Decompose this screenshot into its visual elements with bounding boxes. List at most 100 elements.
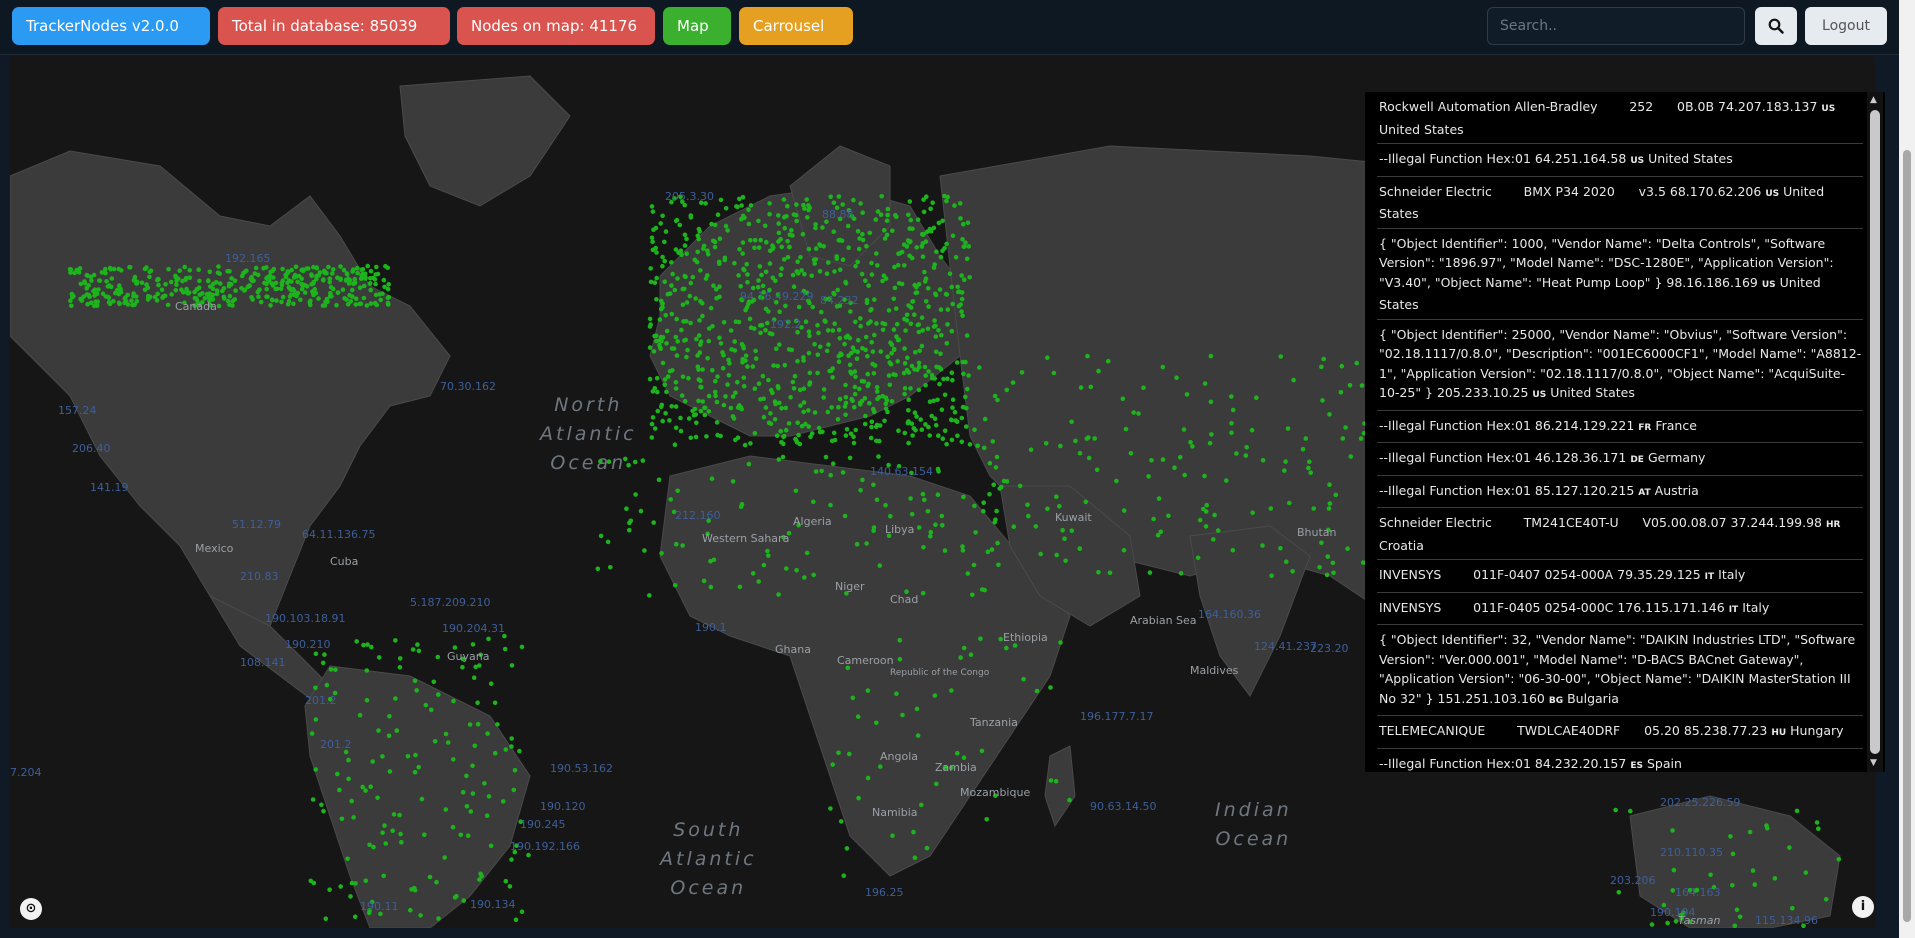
node-marker[interactable] <box>725 382 730 387</box>
node-marker[interactable] <box>249 295 254 300</box>
node-marker[interactable] <box>313 651 319 657</box>
node-marker[interactable] <box>354 639 360 644</box>
node-marker[interactable] <box>756 579 761 584</box>
node-marker[interactable] <box>830 461 836 467</box>
node-marker[interactable] <box>875 263 880 268</box>
node-marker[interactable] <box>326 264 331 270</box>
node-marker[interactable] <box>776 457 782 462</box>
node-marker[interactable] <box>954 360 960 365</box>
node-marker[interactable] <box>688 280 694 286</box>
node-marker[interactable] <box>807 370 813 376</box>
node-marker[interactable] <box>915 733 921 738</box>
node-marker[interactable] <box>310 797 316 802</box>
node-marker[interactable] <box>210 292 216 298</box>
node-marker[interactable] <box>324 682 330 688</box>
node-marker[interactable] <box>134 281 139 286</box>
node-marker[interactable] <box>361 283 367 289</box>
list-item[interactable]: --Illegal Function Hex:01 86.214.129.221… <box>1377 411 1863 443</box>
list-scrollbar[interactable]: ▲ ▼ <box>1867 92 1883 772</box>
node-marker[interactable] <box>1836 857 1842 862</box>
node-marker[interactable] <box>174 278 179 283</box>
node-marker[interactable] <box>230 303 235 308</box>
node-marker[interactable] <box>813 257 818 262</box>
node-marker[interactable] <box>502 646 508 652</box>
node-marker[interactable] <box>803 319 809 325</box>
node-marker[interactable] <box>748 238 753 243</box>
node-marker[interactable] <box>805 215 810 220</box>
node-marker[interactable] <box>829 405 834 410</box>
node-marker[interactable] <box>1250 510 1255 515</box>
node-marker[interactable] <box>475 700 480 705</box>
node-marker[interactable] <box>934 249 939 254</box>
node-marker[interactable] <box>690 274 696 280</box>
node-marker[interactable] <box>69 303 74 309</box>
node-marker[interactable] <box>775 363 780 369</box>
node-marker[interactable] <box>718 433 723 439</box>
node-marker[interactable] <box>798 254 803 260</box>
node-marker[interactable] <box>819 309 824 315</box>
node-marker[interactable] <box>806 246 812 252</box>
node-marker[interactable] <box>739 342 745 347</box>
node-marker[interactable] <box>728 405 734 411</box>
node-marker[interactable] <box>764 239 769 245</box>
node-marker[interactable] <box>1325 554 1331 559</box>
node-marker[interactable] <box>840 202 845 207</box>
node-marker[interactable] <box>920 254 926 259</box>
node-marker[interactable] <box>649 435 655 440</box>
node-marker[interactable] <box>647 324 653 329</box>
node-marker[interactable] <box>813 222 818 227</box>
node-marker[interactable] <box>381 277 387 283</box>
node-marker[interactable] <box>1326 506 1332 511</box>
node-marker[interactable] <box>907 199 913 204</box>
node-marker[interactable] <box>658 221 663 226</box>
node-marker[interactable] <box>916 387 922 393</box>
node-marker[interactable] <box>675 488 680 494</box>
node-marker[interactable] <box>815 370 820 376</box>
node-marker[interactable] <box>776 221 781 226</box>
node-marker[interactable] <box>651 227 656 232</box>
node-marker[interactable] <box>225 269 230 274</box>
node-marker[interactable] <box>183 275 189 281</box>
node-marker[interactable] <box>748 203 754 208</box>
node-marker[interactable] <box>215 270 221 275</box>
node-marker[interactable] <box>1732 923 1738 929</box>
node-marker[interactable] <box>936 433 941 439</box>
node-marker[interactable] <box>929 372 935 378</box>
node-marker[interactable] <box>345 856 350 862</box>
node-marker[interactable] <box>382 284 387 290</box>
node-marker[interactable] <box>470 791 476 796</box>
node-marker[interactable] <box>1077 451 1083 456</box>
node-marker[interactable] <box>284 271 290 276</box>
node-marker[interactable] <box>364 668 370 673</box>
node-marker[interactable] <box>488 843 494 849</box>
node-marker[interactable] <box>232 278 238 284</box>
node-marker[interactable] <box>472 743 478 749</box>
node-marker[interactable] <box>944 198 949 204</box>
node-marker[interactable] <box>965 571 971 576</box>
node-marker[interactable] <box>921 209 927 215</box>
node-marker[interactable] <box>882 227 887 233</box>
node-list[interactable]: Rockwell Automation Allen-Bradley 252 0B… <box>1377 92 1863 772</box>
node-marker[interactable] <box>963 394 968 400</box>
node-marker[interactable] <box>950 301 955 307</box>
node-marker[interactable] <box>874 424 879 430</box>
node-marker[interactable] <box>908 321 914 327</box>
node-marker[interactable] <box>978 636 983 641</box>
node-marker[interactable] <box>839 352 844 358</box>
node-marker[interactable] <box>427 874 433 880</box>
node-marker[interactable] <box>468 809 474 814</box>
node-marker[interactable] <box>936 469 941 474</box>
node-marker[interactable] <box>442 855 448 860</box>
node-marker[interactable] <box>285 280 290 286</box>
node-marker[interactable] <box>292 272 298 278</box>
node-marker[interactable] <box>1290 569 1295 574</box>
node-marker[interactable] <box>830 366 835 371</box>
node-marker[interactable] <box>964 405 969 411</box>
node-marker[interactable] <box>815 322 820 328</box>
node-marker[interactable] <box>486 636 491 642</box>
node-marker[interactable] <box>712 244 718 250</box>
node-marker[interactable] <box>865 775 871 781</box>
node-marker[interactable] <box>693 434 699 440</box>
node-marker[interactable] <box>981 500 986 506</box>
node-marker[interactable] <box>684 300 690 305</box>
